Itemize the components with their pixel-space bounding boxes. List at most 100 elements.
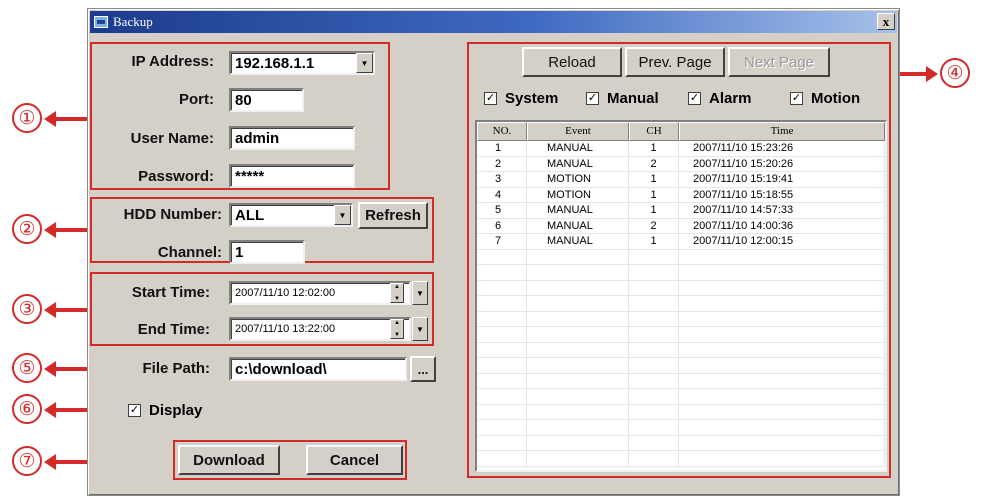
- cell-event: [527, 420, 629, 435]
- file-path-input[interactable]: c:\download\: [229, 357, 407, 381]
- callout-2: ②: [12, 214, 42, 244]
- cell-event: [527, 373, 629, 388]
- end-time-input[interactable]: 2007/11/10 13:22:00: [229, 317, 411, 341]
- cell-event: [527, 451, 629, 466]
- cell-event: MANUAL: [527, 234, 629, 249]
- callout-1-arrow: [44, 111, 88, 127]
- display-checkbox[interactable]: ✓ Display: [128, 402, 202, 419]
- reload-button[interactable]: Reload: [522, 47, 622, 77]
- port-input[interactable]: 80: [229, 88, 304, 112]
- column-header-no[interactable]: NO.: [477, 122, 527, 141]
- start-time-input[interactable]: 2007/11/10 12:02:00: [229, 281, 411, 305]
- cell-event: [527, 327, 629, 342]
- cell-ch: [629, 389, 679, 404]
- cell-event: MANUAL: [527, 141, 629, 156]
- table-row[interactable]: 4 MOTION 1 2007/11/10 15:18:55: [477, 187, 885, 203]
- close-button[interactable]: x: [877, 13, 895, 30]
- chevron-down-icon: ▼: [416, 288, 424, 298]
- cell-no: 2: [477, 156, 527, 171]
- password-label: Password:: [138, 168, 214, 185]
- table-row[interactable]: 1 MANUAL 1 2007/11/10 15:23:26: [477, 141, 885, 157]
- cell-time: [679, 451, 885, 466]
- table-row[interactable]: 7 MANUAL 1 2007/11/10 12:00:15: [477, 234, 885, 250]
- hdd-dropdown-button[interactable]: ▼: [334, 205, 351, 225]
- cell-no: [477, 296, 527, 311]
- filter-system-label: System: [505, 90, 559, 107]
- column-header-ch[interactable]: CH: [629, 122, 679, 141]
- cell-ch: 1: [629, 234, 679, 249]
- cell-event: [527, 435, 629, 450]
- cell-ch: 1: [629, 141, 679, 156]
- refresh-button[interactable]: Refresh: [358, 202, 428, 229]
- password-input[interactable]: *****: [229, 164, 355, 188]
- cell-time: [679, 420, 885, 435]
- end-time-dropdown[interactable]: ▼: [412, 317, 428, 341]
- table-row[interactable]: 6 MANUAL 2 2007/11/10 14:00:36: [477, 218, 885, 234]
- filter-alarm-box[interactable]: ✓: [688, 92, 701, 105]
- prev-page-button[interactable]: Prev. Page: [625, 47, 725, 77]
- filter-manual-checkbox[interactable]: ✓ Manual: [586, 90, 659, 107]
- empty-table-row: [477, 358, 885, 374]
- cell-time: [679, 435, 885, 450]
- filter-system-box[interactable]: ✓: [484, 92, 497, 105]
- cell-ch: [629, 249, 679, 264]
- cell-ch: [629, 296, 679, 311]
- cell-time: [679, 311, 885, 326]
- cell-no: 3: [477, 172, 527, 187]
- cell-time: 2007/11/10 15:20:26: [679, 156, 885, 171]
- empty-table-row: [477, 373, 885, 389]
- column-header-event[interactable]: Event: [527, 122, 629, 141]
- filter-manual-box[interactable]: ✓: [586, 92, 599, 105]
- empty-table-row: [477, 249, 885, 265]
- cell-time: 2007/11/10 14:57:33: [679, 203, 885, 218]
- table-row[interactable]: 3 MOTION 1 2007/11/10 15:19:41: [477, 172, 885, 188]
- filter-motion-box[interactable]: ✓: [790, 92, 803, 105]
- empty-table-row: [477, 280, 885, 296]
- channel-label: Channel:: [157, 244, 222, 261]
- display-checkbox-box[interactable]: ✓: [128, 404, 141, 417]
- filter-alarm-checkbox[interactable]: ✓ Alarm: [688, 90, 752, 107]
- cell-no: [477, 342, 527, 357]
- spin-up-icon: ▲: [394, 284, 400, 290]
- cell-event: [527, 265, 629, 280]
- next-page-button[interactable]: Next Page: [728, 47, 830, 77]
- download-button[interactable]: Download: [178, 445, 280, 475]
- column-header-time[interactable]: Time: [679, 122, 885, 141]
- filter-system-checkbox[interactable]: ✓ System: [484, 90, 558, 107]
- cell-no: [477, 404, 527, 419]
- cell-ch: 2: [629, 156, 679, 171]
- channel-input[interactable]: 1: [229, 240, 305, 264]
- cell-time: [679, 404, 885, 419]
- browse-button[interactable]: ...: [410, 356, 436, 382]
- cell-ch: [629, 358, 679, 373]
- cell-time: 2007/11/10 14:00:36: [679, 218, 885, 233]
- cell-ch: [629, 311, 679, 326]
- cell-no: [477, 280, 527, 295]
- cell-time: [679, 265, 885, 280]
- start-time-spinner[interactable]: ▲ ▼: [390, 283, 404, 303]
- spin-down-icon: ▼: [394, 332, 400, 338]
- empty-table-row: [477, 265, 885, 281]
- cell-no: [477, 435, 527, 450]
- start-time-dropdown[interactable]: ▼: [412, 281, 428, 305]
- filter-manual-label: Manual: [607, 90, 659, 107]
- cell-time: 2007/11/10 15:19:41: [679, 172, 885, 187]
- end-time-spinner[interactable]: ▲ ▼: [390, 319, 404, 339]
- ip-dropdown-button[interactable]: ▼: [356, 53, 373, 73]
- cell-time: 2007/11/10 12:00:15: [679, 234, 885, 249]
- cancel-button[interactable]: Cancel: [306, 445, 403, 475]
- event-table[interactable]: NO. Event CH Time 1 MANUAL 1 2007/11/10 15:…: [475, 120, 887, 472]
- ip-address-input[interactable]: 192.168.1.1: [229, 51, 375, 75]
- filter-motion-checkbox[interactable]: ✓ Motion: [790, 90, 860, 107]
- cell-time: 2007/11/10 15:23:26: [679, 141, 885, 156]
- user-name-input[interactable]: admin: [229, 126, 355, 150]
- chevron-down-icon: ▼: [338, 210, 347, 220]
- cell-event: [527, 311, 629, 326]
- table-row[interactable]: 2 MANUAL 2 2007/11/10 15:20:26: [477, 156, 885, 172]
- cell-event: MANUAL: [527, 156, 629, 171]
- empty-table-row: [477, 451, 885, 467]
- title-bar: Backup x: [90, 11, 897, 33]
- cell-ch: 2: [629, 218, 679, 233]
- table-row[interactable]: 5 MANUAL 1 2007/11/10 14:57:33: [477, 203, 885, 219]
- empty-table-row: [477, 435, 885, 451]
